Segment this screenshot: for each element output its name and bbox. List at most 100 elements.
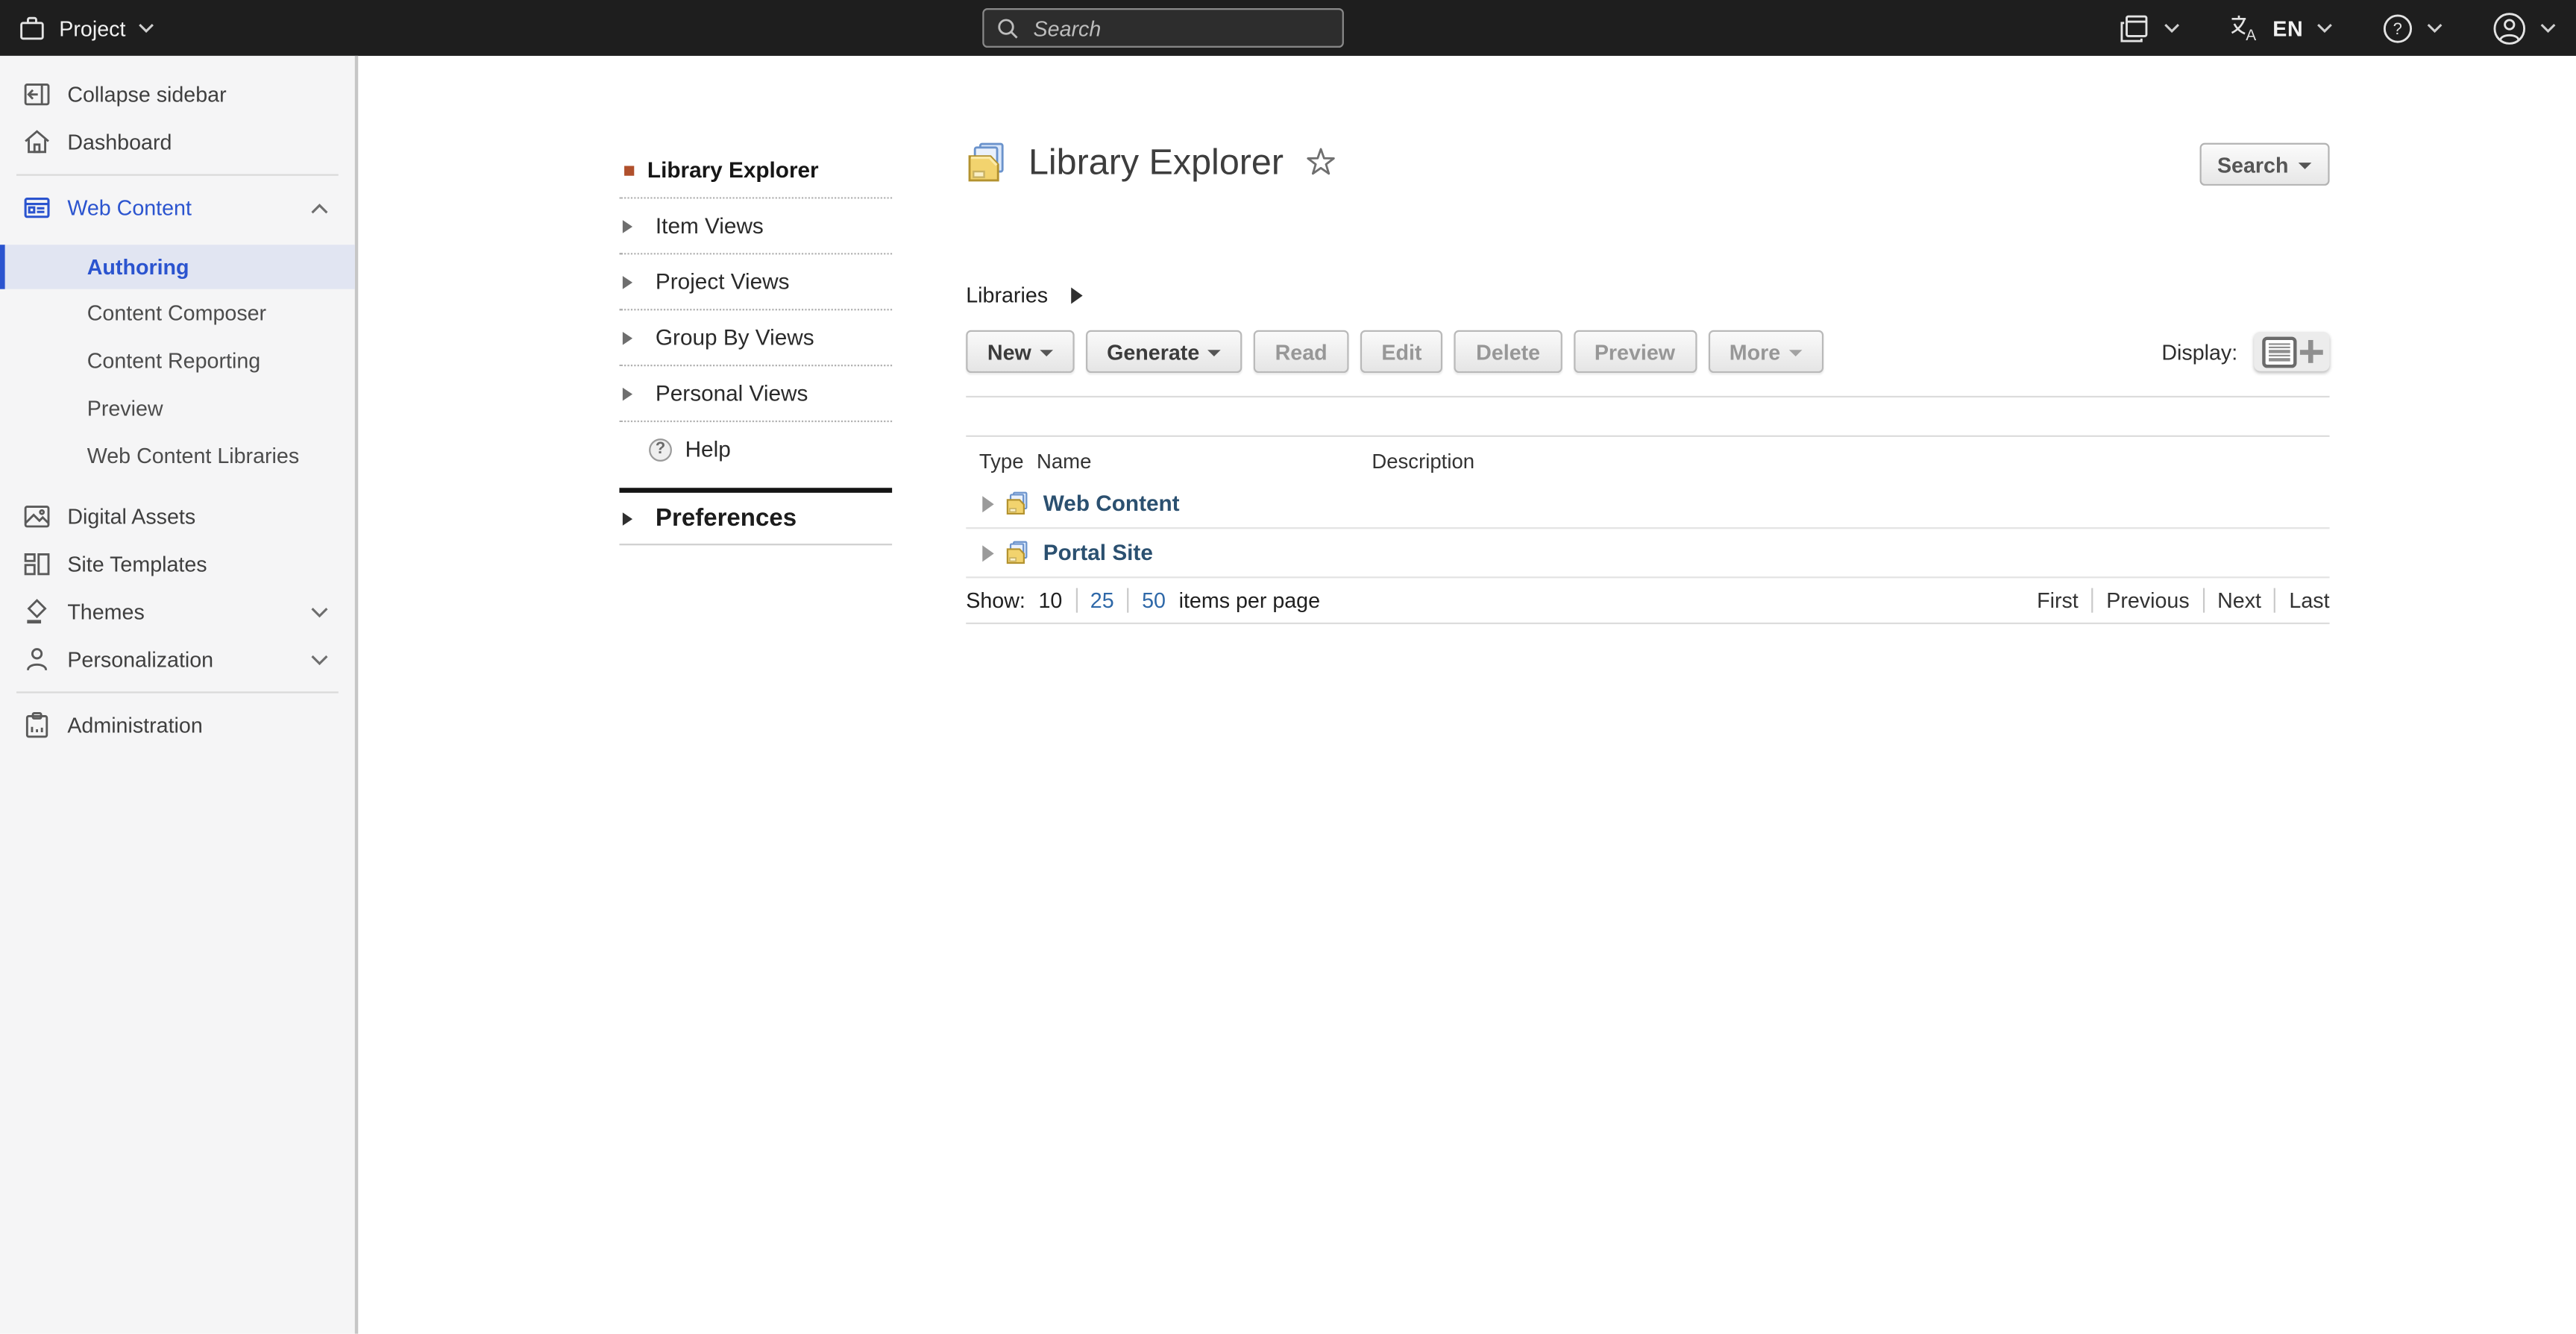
breadcrumb-arrow-icon[interactable] — [1071, 286, 1093, 303]
caret-down-icon — [1788, 349, 1802, 356]
chevron-down-icon — [2316, 23, 2333, 33]
menu-item-library-explorer[interactable]: Library Explorer — [619, 143, 892, 199]
sidebar-item-digital-assets[interactable]: Digital Assets — [0, 493, 355, 541]
global-search — [982, 8, 1344, 48]
pager-nav: First Previous Next Last — [2037, 588, 2329, 613]
sidebar-divider — [16, 174, 339, 175]
breadcrumb: Libraries — [966, 283, 1092, 307]
sidebar-item-content-composer[interactable]: Content Composer — [0, 289, 355, 337]
sidebar-item-site-templates[interactable]: Site Templates — [0, 541, 355, 588]
page-size-10[interactable]: 10 — [1038, 588, 1062, 613]
display-toggle[interactable] — [2254, 332, 2329, 371]
new-button-label: New — [987, 339, 1031, 364]
sidebar: Collapse sidebar Dashboard — [0, 56, 358, 1334]
read-button[interactable]: Read — [1254, 330, 1348, 373]
authoring-views-menu: Library Explorer Item Views Project View… — [619, 143, 892, 546]
group-by-views-label: Group By Views — [656, 325, 814, 350]
chevron-down-icon — [139, 23, 155, 33]
menu-item-project-views[interactable]: Project Views — [619, 254, 892, 310]
menu-item-group-by-views[interactable]: Group By Views — [619, 310, 892, 366]
svg-text:A: A — [2246, 27, 2257, 43]
help-menu[interactable]: ? — [2382, 13, 2443, 44]
next-page-link[interactable]: Next — [2217, 588, 2261, 613]
chevron-down-icon — [310, 606, 328, 617]
delete-button[interactable]: Delete — [1455, 330, 1562, 373]
authoring-label: Authoring — [87, 254, 189, 279]
page-header: Library Explorer — [966, 141, 1339, 183]
sidebar-item-web-content[interactable]: Web Content — [0, 184, 355, 232]
library-link-web-content[interactable]: Web Content — [1043, 491, 1180, 516]
previous-page-link[interactable]: Previous — [2106, 588, 2189, 613]
table-row[interactable]: Portal Site — [966, 529, 2329, 578]
edit-button[interactable]: Edit — [1360, 330, 1443, 373]
expand-triangle-icon[interactable] — [982, 495, 993, 512]
page-size-25[interactable]: 25 — [1090, 588, 1114, 613]
collapse-sidebar-icon — [23, 81, 51, 108]
first-page-link[interactable]: First — [2037, 588, 2079, 613]
menu-item-help[interactable]: ? Help — [619, 422, 892, 476]
collapse-sidebar-label: Collapse sidebar — [67, 82, 226, 107]
user-menu[interactable] — [2492, 10, 2557, 45]
table-row[interactable]: Web Content — [966, 479, 2329, 529]
personalization-label: Personalization — [67, 647, 213, 672]
list-view-icon[interactable] — [2261, 336, 2296, 367]
toolbar: New Generate Read Edit Delete Preview Mo… — [966, 330, 1823, 373]
page-size-50[interactable]: 50 — [1142, 588, 1166, 613]
menu-item-item-views[interactable]: Item Views — [619, 199, 892, 255]
sidebar-item-authoring[interactable]: Authoring — [0, 245, 355, 289]
divider — [2202, 588, 2204, 613]
menu-item-personal-views[interactable]: Personal Views — [619, 366, 892, 422]
topbar: Project — [0, 0, 2576, 56]
sidebar-item-dashboard[interactable]: Dashboard — [0, 119, 355, 166]
preview-button[interactable]: Preview — [1573, 330, 1697, 373]
briefcase-icon — [18, 14, 45, 42]
sidebar-item-content-reporting[interactable]: Content Reporting — [0, 337, 355, 385]
square-bullet-icon — [624, 165, 634, 174]
site-templates-label: Site Templates — [67, 552, 207, 576]
themes-icon — [23, 598, 51, 626]
avatar-icon — [2492, 10, 2527, 45]
sidebar-item-personalization[interactable]: Personalization — [0, 635, 355, 683]
caret-down-icon — [2299, 162, 2312, 169]
site-menu[interactable] — [2118, 13, 2181, 44]
project-views-label: Project Views — [656, 269, 790, 294]
expand-triangle-icon[interactable] — [982, 544, 993, 561]
more-button[interactable]: More — [1708, 330, 1823, 373]
last-page-link[interactable]: Last — [2289, 588, 2329, 613]
clipboard-icon — [23, 711, 51, 739]
chevron-down-icon — [2164, 23, 2181, 33]
read-button-label: Read — [1275, 339, 1328, 364]
sidebar-item-administration[interactable]: Administration — [0, 702, 355, 749]
help-icon: ? — [649, 438, 672, 461]
generate-button-label: Generate — [1107, 339, 1199, 364]
favorite-star-icon[interactable] — [1303, 145, 1339, 180]
generate-button[interactable]: Generate — [1085, 330, 1242, 373]
display-label: Display: — [2161, 339, 2237, 364]
sidebar-item-preview[interactable]: Preview — [0, 384, 355, 432]
digital-assets-icon — [23, 503, 51, 530]
edit-button-label: Edit — [1381, 339, 1421, 364]
content-reporting-label: Content Reporting — [87, 348, 260, 373]
search-dropdown-button[interactable]: Search — [2199, 143, 2330, 186]
dashboard-label: Dashboard — [67, 130, 172, 154]
language-menu[interactable]: A EN — [2230, 13, 2333, 43]
search-input[interactable] — [1030, 14, 1329, 42]
new-button[interactable]: New — [966, 330, 1074, 373]
project-menu[interactable]: Project — [0, 14, 155, 42]
sidebar-item-themes[interactable]: Themes — [0, 588, 355, 636]
help-icon: ? — [2382, 13, 2413, 44]
divider — [2091, 588, 2093, 613]
library-folder-icon — [966, 141, 1008, 183]
display-controls: Display: — [2161, 332, 2329, 371]
menu-item-preferences[interactable]: Preferences — [619, 493, 892, 545]
preferences-label: Preferences — [656, 504, 797, 532]
collapse-sidebar-button[interactable]: Collapse sidebar — [0, 71, 355, 119]
sidebar-item-web-content-libraries[interactable]: Web Content Libraries — [0, 432, 355, 479]
expand-triangle-icon — [623, 275, 642, 289]
breadcrumb-libraries[interactable]: Libraries — [966, 283, 1048, 307]
add-view-icon[interactable] — [2299, 340, 2322, 363]
chevron-down-icon — [310, 654, 328, 665]
library-link-portal-site[interactable]: Portal Site — [1043, 541, 1153, 565]
svg-text:?: ? — [2393, 19, 2402, 37]
project-label: Project — [59, 16, 125, 40]
